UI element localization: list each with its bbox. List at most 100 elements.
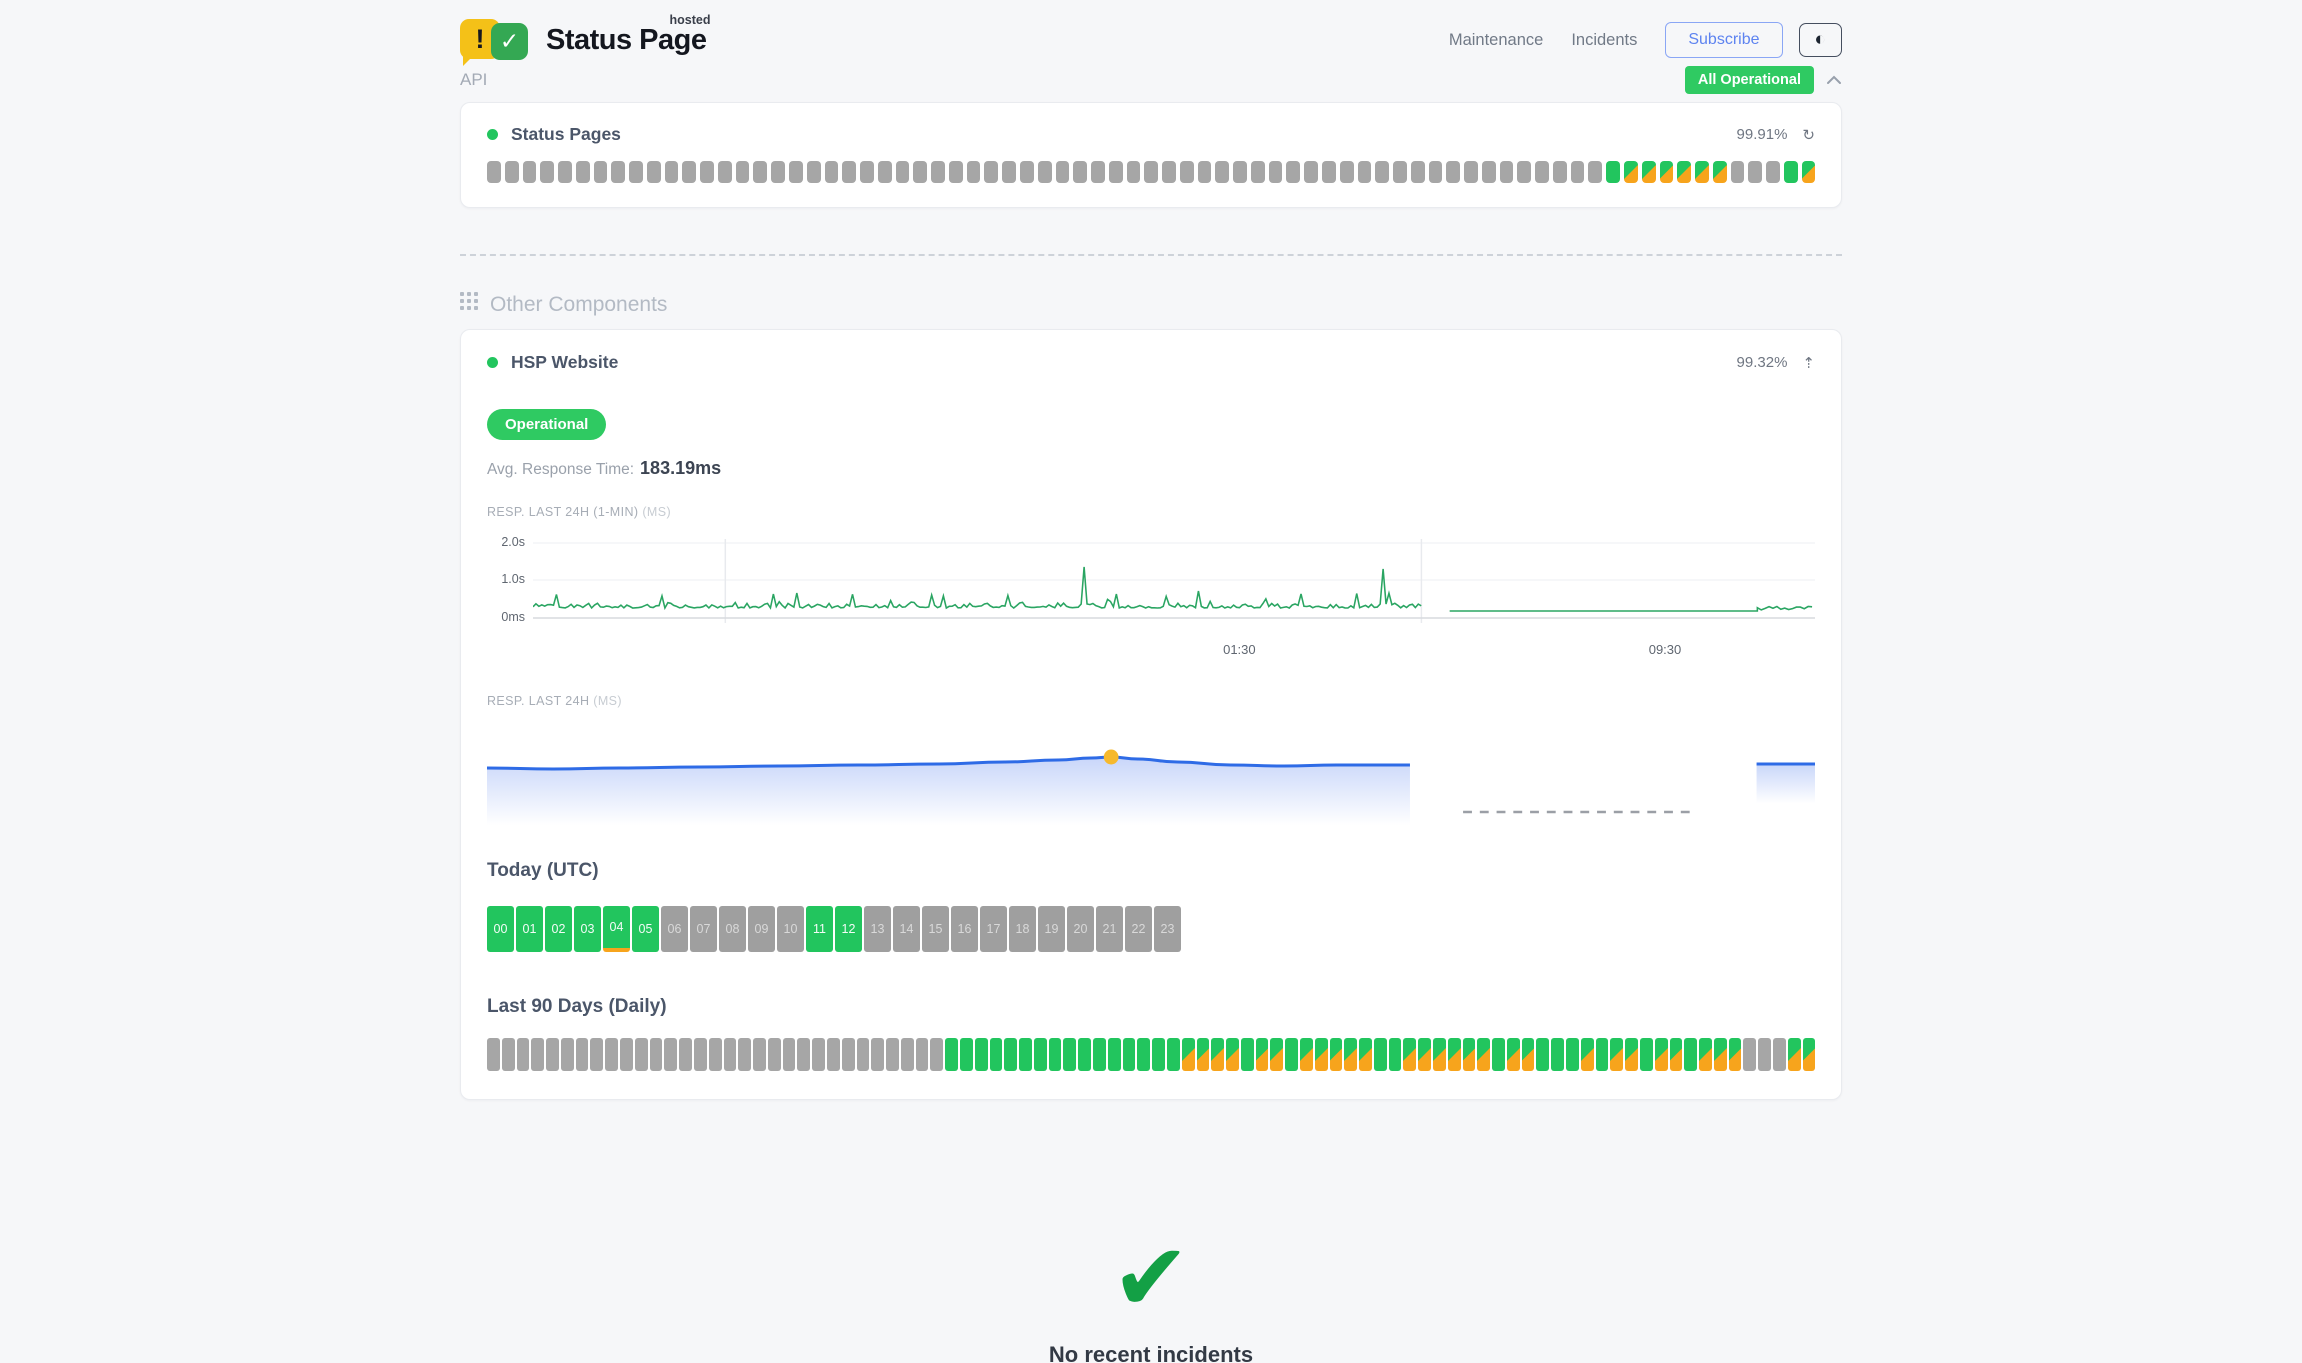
daily-uptime-bar[interactable] [812, 1038, 825, 1071]
uptime-bar[interactable] [1198, 161, 1212, 183]
uptime-bar[interactable] [665, 161, 679, 183]
uptime-bar[interactable] [825, 161, 839, 183]
uptime-bar[interactable] [1162, 161, 1176, 183]
uptime-bar[interactable] [1002, 161, 1016, 183]
uptime-bar[interactable] [523, 161, 537, 183]
uptime-bar[interactable] [1251, 161, 1265, 183]
uptime-bar[interactable] [967, 161, 981, 183]
logo[interactable]: ! ✓ hosted Status Page [460, 13, 707, 67]
hour-block[interactable]: 07 [690, 906, 717, 952]
daily-uptime-bar[interactable] [1123, 1038, 1136, 1071]
uptime-bar[interactable] [896, 161, 910, 183]
hour-block[interactable]: 21 [1096, 906, 1123, 952]
uptime-bar[interactable] [1642, 161, 1656, 183]
daily-uptime-bar[interactable] [1788, 1038, 1801, 1071]
uptime-bar[interactable] [1056, 161, 1070, 183]
daily-uptime-bar[interactable] [576, 1038, 589, 1071]
daily-uptime-bar[interactable] [886, 1038, 899, 1071]
daily-uptime-bar[interactable] [1300, 1038, 1313, 1071]
daily-uptime-bar[interactable] [724, 1038, 737, 1071]
daily-uptime-bar[interactable] [1773, 1038, 1786, 1071]
daily-uptime-bar[interactable] [1256, 1038, 1269, 1071]
daily-uptime-bar[interactable] [546, 1038, 559, 1071]
daily-uptime-bar[interactable] [1078, 1038, 1091, 1071]
uptime-bar[interactable] [1215, 161, 1229, 183]
uptime-bar[interactable] [949, 161, 963, 183]
daily-uptime-bar[interactable] [857, 1038, 870, 1071]
uptime-bar[interactable] [1038, 161, 1052, 183]
uptime-bar[interactable] [1411, 161, 1425, 183]
daily-uptime-bar[interactable] [797, 1038, 810, 1071]
daily-uptime-bar[interactable] [1640, 1038, 1653, 1071]
daily-uptime-bar[interactable] [1758, 1038, 1771, 1071]
uptime-bar[interactable] [1517, 161, 1531, 183]
daily-uptime-bar[interactable] [1315, 1038, 1328, 1071]
uptime-bar[interactable] [1713, 161, 1727, 183]
daily-uptime-bar[interactable] [1463, 1038, 1476, 1071]
daily-uptime-bar[interactable] [842, 1038, 855, 1071]
chevron-up-icon[interactable] [1826, 75, 1842, 85]
chart2-marker-dot[interactable] [1104, 750, 1119, 765]
uptime-bar[interactable] [753, 161, 767, 183]
daily-uptime-bar[interactable] [694, 1038, 707, 1071]
uptime-bar[interactable] [1269, 161, 1283, 183]
uptime-bar[interactable] [1375, 161, 1389, 183]
uptime-bar[interactable] [682, 161, 696, 183]
uptime-bar[interactable] [1144, 161, 1158, 183]
uptime-bar[interactable] [1127, 161, 1141, 183]
daily-uptime-bar[interactable] [1610, 1038, 1623, 1071]
hour-block[interactable]: 15 [922, 906, 949, 952]
uptime-bar[interactable] [1500, 161, 1514, 183]
daily-uptime-bar[interactable] [827, 1038, 840, 1071]
daily-uptime-bar[interactable] [990, 1038, 1003, 1071]
daily-uptime-bar[interactable] [1241, 1038, 1254, 1071]
uptime-bar[interactable] [1624, 161, 1638, 183]
uptime-bar[interactable] [1606, 161, 1620, 183]
daily-uptime-bar[interactable] [1699, 1038, 1712, 1071]
hour-block[interactable]: 09 [748, 906, 775, 952]
uptime-bar[interactable] [1446, 161, 1460, 183]
uptime-bar[interactable] [1660, 161, 1674, 183]
nav-maintenance[interactable]: Maintenance [1449, 31, 1543, 50]
uptime-bar[interactable] [1677, 161, 1691, 183]
hour-block[interactable]: 08 [719, 906, 746, 952]
hour-block[interactable]: 20 [1067, 906, 1094, 952]
daily-uptime-bar[interactable] [1344, 1038, 1357, 1071]
daily-uptime-bar[interactable] [1049, 1038, 1062, 1071]
daily-uptime-bar[interactable] [1359, 1038, 1372, 1071]
uptime-bar[interactable] [1482, 161, 1496, 183]
daily-uptime-bar[interactable] [768, 1038, 781, 1071]
uptime-bar[interactable] [1429, 161, 1443, 183]
uptime-bar[interactable] [1766, 161, 1780, 183]
uptime-bar[interactable] [718, 161, 732, 183]
uptime-bar[interactable] [611, 161, 625, 183]
daily-uptime-bar[interactable] [709, 1038, 722, 1071]
daily-uptime-bar[interactable] [1522, 1038, 1535, 1071]
daily-uptime-bar[interactable] [1566, 1038, 1579, 1071]
daily-uptime-bar[interactable] [1197, 1038, 1210, 1071]
daily-uptime-bar[interactable] [487, 1038, 500, 1071]
daily-uptime-bar[interactable] [1492, 1038, 1505, 1071]
uptime-bar[interactable] [1091, 161, 1105, 183]
uptime-bar[interactable] [1535, 161, 1549, 183]
daily-uptime-bar[interactable] [1433, 1038, 1446, 1071]
uptime-bar[interactable] [576, 161, 590, 183]
uptime-bar[interactable] [1695, 161, 1709, 183]
daily-uptime-bar[interactable] [753, 1038, 766, 1071]
hour-block[interactable]: 05 [632, 906, 659, 952]
daily-uptime-bar[interactable] [1063, 1038, 1076, 1071]
uptime-bar[interactable] [1340, 161, 1354, 183]
daily-uptime-bar[interactable] [1729, 1038, 1742, 1071]
daily-uptime-bar[interactable] [1389, 1038, 1402, 1071]
trend-up-arrow-icon[interactable]: ⇡ [1802, 354, 1815, 372]
uptime-bar[interactable] [540, 161, 554, 183]
daily-uptime-bar[interactable] [901, 1038, 914, 1071]
uptime-bar[interactable] [1358, 161, 1372, 183]
daily-uptime-bar[interactable] [1418, 1038, 1431, 1071]
nav-incidents[interactable]: Incidents [1571, 31, 1637, 50]
hour-block[interactable]: 22 [1125, 906, 1152, 952]
uptime-bar[interactable] [736, 161, 750, 183]
chart1-plot-area[interactable] [533, 531, 1815, 636]
daily-uptime-bar[interactable] [502, 1038, 515, 1071]
uptime-bar[interactable] [558, 161, 572, 183]
